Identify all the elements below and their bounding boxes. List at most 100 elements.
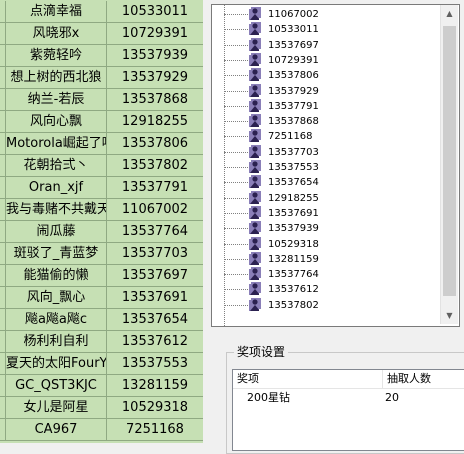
sheet-cell-id[interactable]: 13537691 <box>107 287 203 309</box>
sheet-cell-id[interactable]: 13537553 <box>107 353 203 375</box>
count-cell[interactable]: 20 <box>385 391 399 405</box>
tree-item-label: 10529318 <box>268 238 319 250</box>
sheet-cell-name[interactable]: 想上树的西北狼 <box>6 67 107 89</box>
sheet-cell-name[interactable]: Motorola崛起了吗 <box>6 133 107 155</box>
sheet-cell-name[interactable]: Oran_xjf <box>6 177 107 199</box>
tree-item[interactable]: 13537929 <box>212 83 442 99</box>
sheet-row[interactable]: GC_QST3KJC 13281159 <box>0 375 203 397</box>
sheet-cell-name[interactable]: 紫菀轻吟 <box>6 45 107 67</box>
sheet-cell-id[interactable]: 7251168 <box>107 419 203 441</box>
sheet-cell-name[interactable]: 花朝拾弍丶 <box>6 155 107 177</box>
sheet-cell-name[interactable]: 夏天的太阳FourYou <box>6 353 107 375</box>
sheet-row[interactable]: 斑驳了_青蓝梦 13537703 <box>0 243 203 265</box>
sheet-cell-id[interactable]: 10533011 <box>107 1 203 23</box>
sheet-row[interactable]: 风晓邪x 10729391 <box>0 23 203 45</box>
sheet-row[interactable]: 闹瓜藤 13537764 <box>0 221 203 243</box>
scroll-down-arrow-icon[interactable]: ▼ <box>441 307 458 324</box>
sheet-cell-name[interactable]: CA967 <box>6 419 107 441</box>
sheet-cell-id[interactable]: 13281159 <box>107 375 203 397</box>
column-header-count[interactable]: 抽取人数 <box>383 370 464 389</box>
prize-cell[interactable]: 200星钻 <box>247 391 290 405</box>
tree-item[interactable]: 13537612 <box>212 282 442 297</box>
sheet-row[interactable]: 能猫偷的懒 13537697 <box>0 265 203 287</box>
tree-item[interactable]: 13537791 <box>212 98 442 114</box>
tree-item[interactable]: 7251168 <box>212 129 442 144</box>
id-tree-list[interactable]: 11067002 10533011 13537697 10729391 13537806… <box>211 4 460 327</box>
tree-item[interactable]: 10533011 <box>212 22 442 37</box>
sheet-cell-name[interactable]: 杨利利自利 <box>6 331 107 353</box>
sheet-cell-id[interactable]: 13537806 <box>107 133 203 155</box>
sheet-cell-name[interactable]: 我与毒赌不共戴天 <box>6 199 107 221</box>
sheet-row[interactable]: 杨利利自利 13537612 <box>0 331 203 353</box>
sheet-row[interactable]: Oran_xjf 13537791 <box>0 177 203 199</box>
tree-item[interactable]: 13537691 <box>212 205 442 221</box>
user-node-icon <box>249 7 261 20</box>
sheet-cell-name[interactable]: 能猫偷的懒 <box>6 265 107 287</box>
sheet-cell-id[interactable]: 13537929 <box>107 67 203 89</box>
tree-item-label: 13537697 <box>268 39 319 51</box>
tree-item[interactable]: 10729391 <box>212 52 442 68</box>
sheet-cell-id[interactable]: 13537703 <box>107 243 203 265</box>
tree-item[interactable]: 11067002 <box>212 7 442 22</box>
sheet-row[interactable]: 夏天的太阳FourYou13537553 <box>0 353 203 375</box>
sheet-row[interactable]: CA967 7251168 <box>0 419 203 441</box>
scroll-up-arrow-icon[interactable]: ▲ <box>441 5 458 22</box>
tree-item[interactable]: 13537806 <box>212 68 442 83</box>
sheet-cell-id[interactable]: 12918255 <box>107 111 203 133</box>
prize-table[interactable]: 奖项 抽取人数 200星钻 20 <box>232 369 464 451</box>
sheet-cell-name[interactable]: 飚a飚a飚c <box>6 309 107 331</box>
tree-connector <box>224 167 250 168</box>
sheet-row[interactable]: 风向_飘心 13537691 <box>0 287 203 309</box>
sheet-cell-id[interactable]: 13537697 <box>107 265 203 287</box>
tree-item[interactable]: 13537868 <box>212 114 442 129</box>
user-node-icon <box>249 267 261 281</box>
tree-item[interactable]: 13537802 <box>212 297 442 313</box>
tree-connector <box>224 274 250 276</box>
sheet-cell-name[interactable]: GC_QST3KJC <box>6 375 107 397</box>
column-header-prize[interactable]: 奖项 <box>233 370 383 389</box>
sheet-cell-name[interactable]: 闹瓜藤 <box>6 221 107 243</box>
sheet-cell-id[interactable]: 13537764 <box>107 221 203 243</box>
sheet-row[interactable]: 紫菀轻吟 13537939 <box>0 45 203 67</box>
tree-item-label: 7251168 <box>268 131 313 143</box>
sheet-cell-id[interactable]: 13537654 <box>107 309 203 331</box>
sheet-cell-id[interactable]: 13537612 <box>107 331 203 353</box>
tree-item[interactable]: 13537939 <box>212 221 442 236</box>
tree-item[interactable]: 12918255 <box>212 190 442 206</box>
tree-item[interactable]: 13281159 <box>212 251 442 267</box>
tree-item[interactable]: 13537703 <box>212 144 442 160</box>
sheet-row[interactable]: 花朝拾弍丶 13537802 <box>0 155 203 177</box>
tree-item[interactable]: 13537553 <box>212 160 442 175</box>
tree-item[interactable]: 10529318 <box>212 236 442 252</box>
tree-scrollbar[interactable]: ▲ ▼ <box>440 5 458 324</box>
sheet-row[interactable]: 飚a飚a飚c 13537654 <box>0 309 203 331</box>
sheet-row[interactable]: 我与毒赌不共戴天 11067002 <box>0 199 203 221</box>
sheet-row[interactable]: Motorola崛起了吗 13537806 <box>0 133 203 155</box>
sheet-cell-id[interactable]: 13537868 <box>107 89 203 111</box>
sheet-cell-id[interactable]: 11067002 <box>107 199 203 221</box>
sheet-cell-name[interactable]: 纳兰-若辰 <box>6 89 107 111</box>
sheet-cell-name[interactable]: 点滴幸福 <box>6 1 107 23</box>
sheet-cell-id[interactable]: 10529318 <box>107 397 203 419</box>
sheet-cell-name[interactable]: 斑驳了_青蓝梦 <box>6 243 107 265</box>
sheet-cell-id[interactable]: 13537802 <box>107 155 203 177</box>
sheet-row[interactable]: 纳兰-若辰 13537868 <box>0 89 203 111</box>
sheet-cell-name[interactable]: 风晓邪x <box>6 23 107 45</box>
sheet-row[interactable]: 女儿是阿星 10529318 <box>0 397 203 419</box>
sheet-cell-id[interactable]: 10729391 <box>107 23 203 45</box>
tree-item[interactable]: 13537697 <box>212 37 442 53</box>
sheet-cell-name[interactable]: 女儿是阿星 <box>6 397 107 419</box>
tree-connector <box>224 182 250 184</box>
sheet-cell-name[interactable]: 风向心飘 <box>6 111 107 133</box>
sheet-row[interactable]: 点滴幸福 10533011 <box>0 1 203 23</box>
spreadsheet: 点滴幸福 10533011 风晓邪x 10729391 紫菀轻吟 13537939 想上树的… <box>0 0 203 443</box>
sheet-cell-name[interactable]: 风向_飘心 <box>6 287 107 309</box>
scroll-thumb[interactable] <box>443 26 456 296</box>
tree-item[interactable]: 13537654 <box>212 175 442 190</box>
tree-item-label: 13537654 <box>268 177 319 189</box>
sheet-cell-id[interactable]: 13537939 <box>107 45 203 67</box>
sheet-cell-id[interactable]: 13537791 <box>107 177 203 199</box>
sheet-row[interactable]: 风向心飘 12918255 <box>0 111 203 133</box>
tree-item[interactable]: 13537764 <box>212 267 442 282</box>
sheet-row[interactable]: 想上树的西北狼 13537929 <box>0 67 203 89</box>
